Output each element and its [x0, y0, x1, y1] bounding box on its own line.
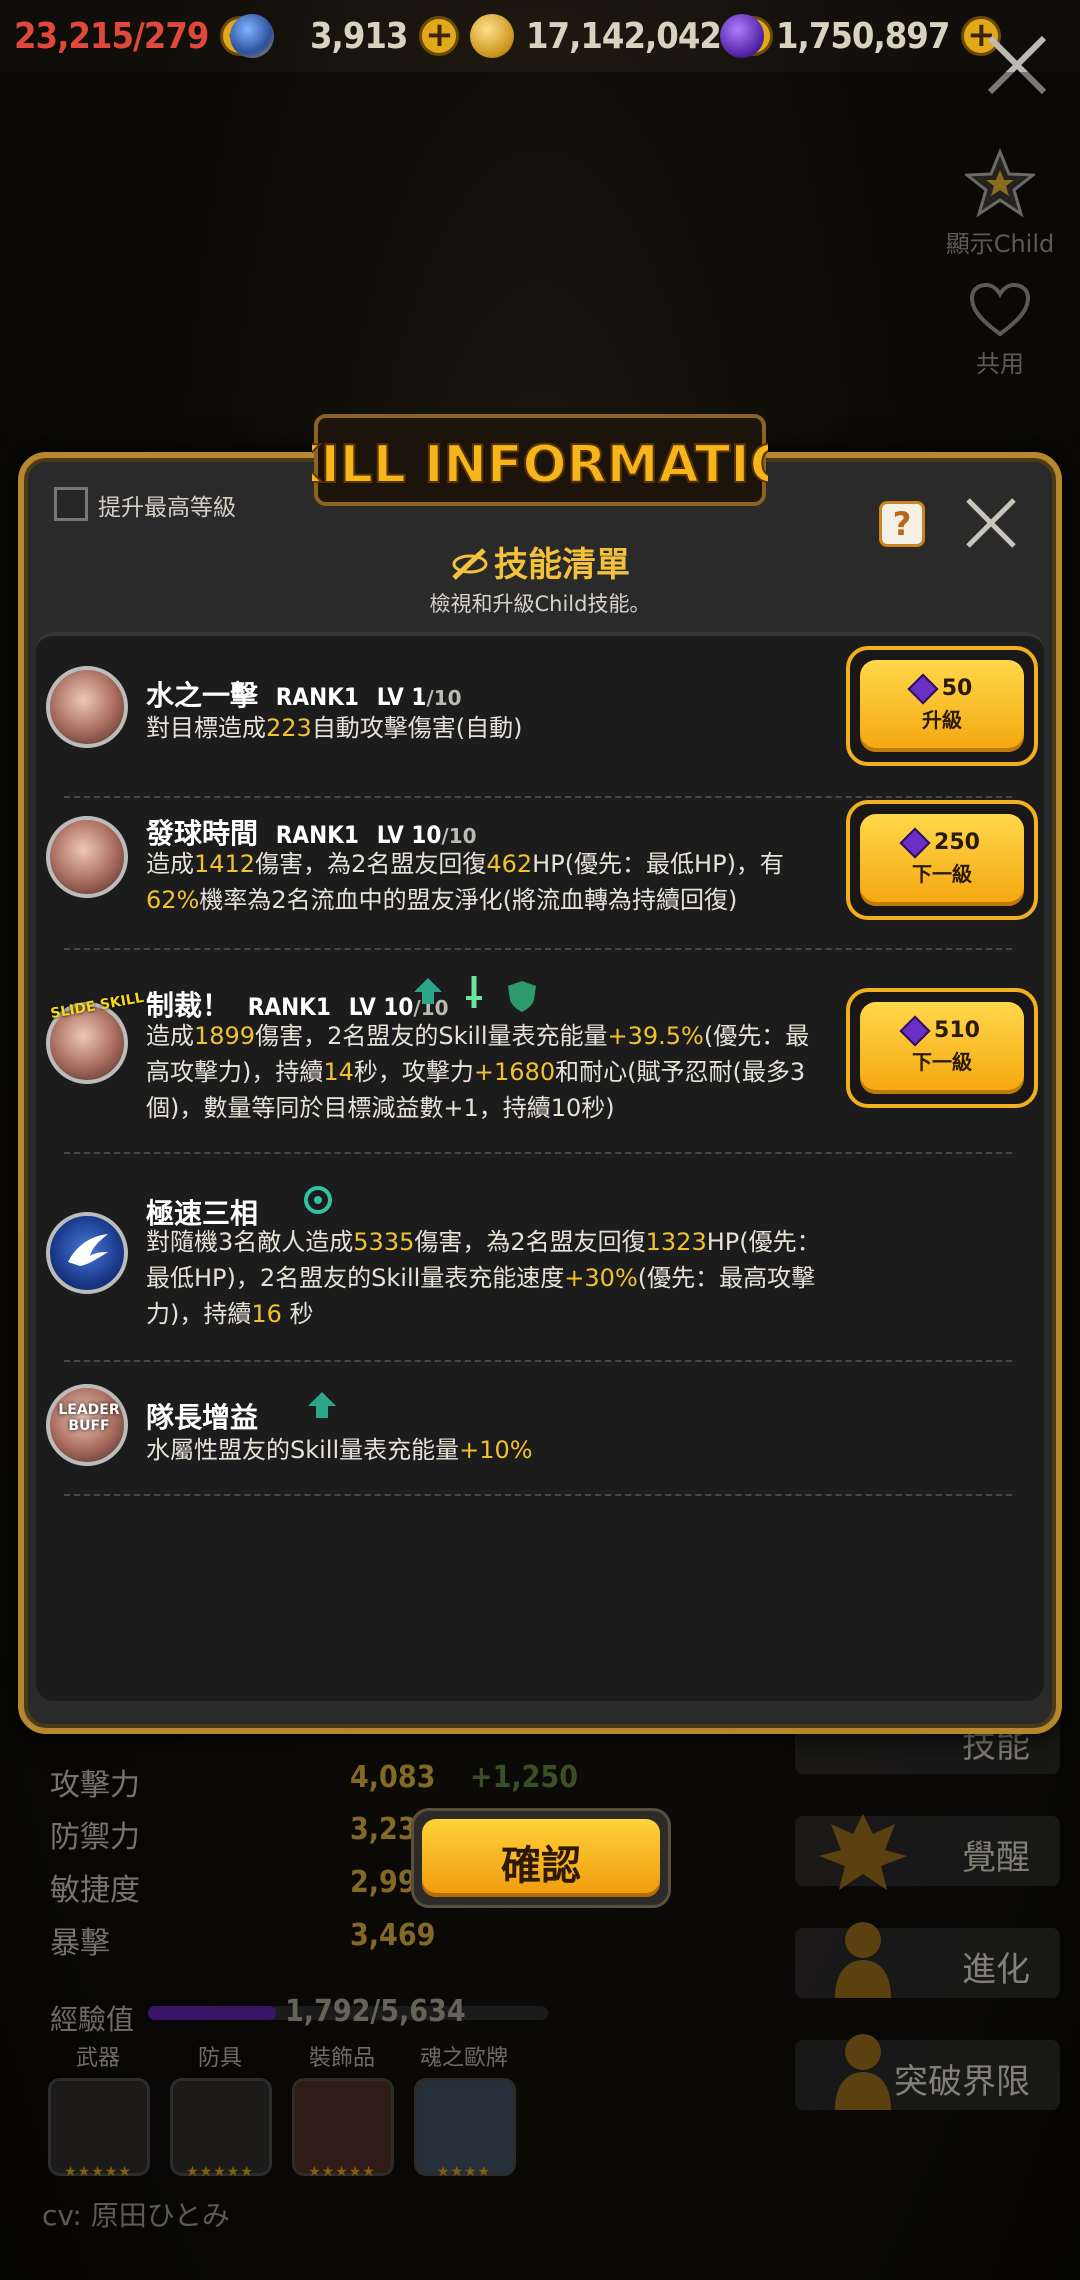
skill-description: 對隨機3名敵人造成5335傷害，為2名盟友回復1323HP(優先：最低HP)，2…	[146, 1224, 826, 1332]
gold-coin-icon	[470, 14, 514, 58]
upgrade-cost: 50	[941, 676, 973, 701]
highlight-value: 16	[251, 1300, 282, 1328]
highlight-value: 223	[266, 714, 312, 742]
add-crystal-button[interactable]: +	[419, 16, 460, 56]
upgrade-cost: 510	[934, 1018, 980, 1043]
upgrade-label: 升級	[922, 708, 962, 732]
skill-list-title: 技能清單	[494, 545, 630, 585]
attack-up-icon	[308, 1392, 336, 1418]
highlight-value: +30%	[564, 1264, 638, 1292]
upgrade-label: 下一級	[912, 1050, 972, 1074]
sword-buff-icon	[466, 976, 482, 1008]
highlight-value: 1899	[194, 1022, 256, 1050]
description-text: 機率為2名流血中的盟友淨化(將流血轉為持續回復)	[199, 886, 738, 914]
highlight-value: +1680	[473, 1058, 556, 1086]
description-text: 對隨機3名敵人造成	[146, 1228, 354, 1256]
next-level-button[interactable]: 250 下一級	[846, 800, 1038, 920]
skill-name: 隊長增益	[146, 1401, 259, 1434]
next-level-button[interactable]: 510 下一級	[846, 988, 1038, 1108]
description-text: 造成	[146, 850, 194, 878]
confirm-button[interactable]: 確認	[411, 1808, 671, 1908]
description-text: 傷害，為2名盟友回復	[255, 850, 487, 878]
skill-avatar	[46, 666, 128, 748]
stamina-currency: 23,215/279 +	[14, 6, 261, 66]
skill-description: 水屬性盟友的Skill量表充能量+10%	[146, 1432, 826, 1468]
stamina-value: 23,215/279	[14, 15, 209, 57]
dialog-title: SKILL INFORMATION	[312, 435, 768, 495]
highlight-value: 1412	[194, 850, 256, 878]
description-text: 秒	[281, 1300, 314, 1328]
confirm-label: 確認	[501, 1843, 581, 1889]
dialog-title-banner: SKILL INFORMATION	[312, 414, 768, 506]
skill-list-subtitle: 檢視和升級Child技能。	[429, 592, 651, 616]
crystal-currency: 3,913 +	[230, 6, 460, 66]
max-level-checkbox[interactable]	[54, 487, 88, 521]
speed-icon	[304, 1186, 332, 1214]
skill-list-heading: 技能清單	[0, 537, 1080, 586]
leader-buff-badge: LEADER BUFF	[58, 1402, 120, 1434]
skill-avatar	[46, 816, 128, 898]
upgrade-label: 下一級	[912, 862, 972, 886]
crystal-icon	[230, 14, 274, 58]
purple-gem-icon	[899, 1015, 931, 1047]
divider	[64, 1360, 1012, 1362]
skill-list[interactable]	[36, 632, 1044, 1701]
description-text: 造成	[146, 1022, 194, 1050]
upgrade-button[interactable]: 50 升級	[846, 646, 1038, 766]
attack-up-icon	[414, 978, 442, 1004]
skill-rank: RANK1	[275, 821, 359, 849]
description-text: 秒，攻擊力	[353, 1058, 474, 1086]
highlight-value: 62%	[146, 886, 200, 914]
skill-title: 隊長增益	[146, 1396, 258, 1436]
description-text: 水屬性盟友的Skill量表充能量	[146, 1436, 460, 1464]
wing-icon	[68, 1234, 108, 1266]
description-text: 自動攻擊傷害(自動)	[311, 714, 523, 742]
skill-description: 造成1899傷害，2名盟友的Skill量表充能量+39.5%(優先：最高攻擊力)…	[146, 1018, 826, 1126]
skill-level-max: /10	[426, 686, 462, 710]
gem-currency: 1,750,897 +	[720, 6, 1002, 66]
description-text: 對目標造成	[146, 714, 266, 742]
skill-title: 水之一擊 RANK1 LV 1/10	[146, 674, 462, 714]
divider	[64, 948, 1012, 950]
purple-gem-icon	[720, 14, 764, 58]
skill-description: 造成1412傷害，為2名盟友回復462HP(優先：最低HP)，有 62%機率為2名…	[146, 846, 826, 918]
max-level-label: 提升最高等級	[98, 495, 236, 521]
highlight-value: 462	[486, 850, 533, 878]
highlight-value: 1323	[645, 1228, 707, 1256]
purple-gem-icon	[907, 673, 939, 705]
sword-icon	[452, 548, 488, 580]
skill-name: 水之一擊	[146, 679, 259, 712]
skill-level: LV 1	[376, 683, 427, 711]
skill-level: LV 10	[348, 993, 414, 1021]
skill-description: 對目標造成223自動攻擊傷害(自動)	[146, 710, 826, 746]
upgrade-cost: 250	[934, 830, 980, 855]
skill-level-max: /10	[441, 824, 477, 848]
divider	[64, 1494, 1012, 1496]
highlight-value: 14	[323, 1058, 354, 1086]
description-text: 傷害，為2名盟友回復	[414, 1228, 646, 1256]
skill-level: LV 10	[376, 821, 442, 849]
shield-icon	[508, 981, 536, 1012]
currency-bar: 23,215/279 + 3,913 + 17,142,042 + 1,750,…	[0, 0, 1080, 72]
highlight-value: +39.5%	[607, 1022, 704, 1050]
divider	[64, 796, 1012, 798]
description-text: HP(優先：最低HP)，有	[532, 850, 784, 878]
divider	[64, 1152, 1012, 1154]
highlight-value: 5335	[353, 1228, 415, 1256]
description-text: 傷害，2名盟友的Skill量表充能量	[255, 1022, 608, 1050]
purple-gem-icon	[899, 827, 931, 859]
skill-rank: RANK1	[247, 993, 331, 1021]
crystal-value: 3,913	[310, 15, 408, 57]
gem-value: 1,750,897	[776, 15, 950, 57]
skill-rank: RANK1	[275, 683, 359, 711]
highlight-value: +10%	[459, 1436, 533, 1464]
gold-value: 17,142,042	[526, 15, 722, 57]
skill-avatar	[46, 1212, 128, 1294]
